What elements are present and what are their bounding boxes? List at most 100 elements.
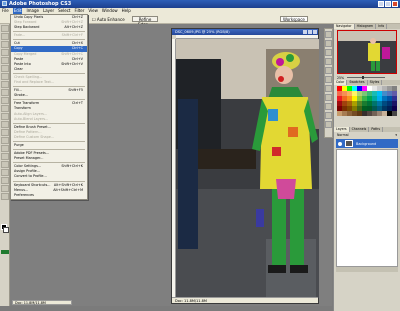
panel-shortcut-icon[interactable] (325, 121, 332, 128)
tool-button[interactable] (1, 161, 9, 168)
workspace-dropdown[interactable]: Workspace (280, 16, 308, 22)
tab-layers[interactable]: Layers (334, 127, 350, 132)
edit-menu-dropdown: Undo Copy Pixels Ctrl+Z Step Forward Shift+… (10, 14, 88, 200)
tool-button[interactable] (1, 33, 9, 40)
edit-menu-item-label: Convert to Profile... (14, 174, 47, 179)
tool-button[interactable] (1, 49, 9, 56)
panel-shortcut-icon[interactable] (325, 49, 332, 56)
photoshop-app-icon (2, 1, 7, 6)
maximize-button[interactable] (385, 1, 391, 7)
eye-icon[interactable] (338, 141, 342, 146)
edit-menu-item-label: Auto-Align Layers... (14, 111, 48, 116)
swatch-cell[interactable] (392, 111, 397, 116)
swatches-grid (337, 86, 397, 126)
panels-dock: Navigator Histogram Info 25% Color Swatches… (333, 24, 400, 311)
edit-menu-item-label: Cut (14, 41, 20, 46)
tool-button[interactable] (1, 169, 9, 176)
edit-menu-item-label: Undo Copy Pixels (14, 15, 44, 19)
navigator-zoom-value[interactable]: 25% (337, 76, 344, 80)
edit-menu-item-label: Purge (14, 142, 24, 147)
panel-shortcut-icon[interactable] (325, 94, 332, 101)
panel-shortcut-icon[interactable] (325, 76, 332, 83)
tool-button[interactable] (1, 41, 9, 48)
minimize-button[interactable] (378, 1, 384, 7)
tab-paths[interactable]: Paths (369, 127, 383, 132)
menu-separator (13, 140, 85, 142)
edit-menu-item: Define Custom Shape... (11, 135, 87, 140)
navigator-thumbnail[interactable] (337, 30, 397, 74)
document-title: DSC_0609.JPG @ 25% (RGB/8) (175, 30, 230, 34)
tool-button[interactable] (1, 121, 9, 128)
menu-separator (13, 122, 85, 124)
menu-separator (13, 149, 85, 151)
menu-separator (13, 99, 85, 101)
panel-shortcut-icon[interactable] (325, 31, 332, 38)
edit-menu-item[interactable]: Step Backward Alt+Ctrl+Z (11, 25, 87, 30)
panel-shortcut-icon[interactable] (325, 103, 332, 110)
edit-menu-item: Find and Replace Text... (11, 80, 87, 85)
panel-shortcut-icon[interactable] (325, 58, 332, 65)
tab-channels[interactable]: Channels (350, 127, 370, 132)
tool-button[interactable] (1, 73, 9, 80)
edit-menu-item[interactable]: Clear (11, 67, 87, 72)
tab-info[interactable]: Info (376, 24, 388, 29)
canvas-photo[interactable] (176, 39, 319, 298)
tab-histogram[interactable]: Histogram (355, 24, 377, 29)
tool-button[interactable] (1, 65, 9, 72)
edit-menu-item-label: Auto-Blend Layers... (14, 116, 49, 121)
zoom-slider-knob[interactable] (362, 76, 365, 79)
edit-menu-item[interactable]: Preferences (11, 193, 87, 198)
tab-swatches[interactable]: Swatches (347, 80, 368, 85)
panel-shortcut-icon[interactable] (325, 40, 332, 47)
quick-mask-button[interactable] (1, 250, 9, 254)
layers-footer-buttons (336, 267, 398, 272)
tool-button[interactable] (1, 81, 9, 88)
blend-mode-dropdown[interactable]: Normal (337, 133, 349, 137)
panel-shortcut-icon[interactable] (325, 112, 332, 119)
toolbox (0, 24, 10, 306)
close-button[interactable] (392, 1, 398, 7)
tool-button[interactable] (1, 57, 9, 64)
tool-button[interactable] (1, 145, 9, 152)
tool-button[interactable] (1, 105, 9, 112)
tool-button[interactable] (1, 177, 9, 184)
panel-shortcut-icon[interactable] (325, 85, 332, 92)
edit-menu-item[interactable]: Preset Manager... (11, 156, 87, 161)
clown-photo-image (176, 39, 319, 298)
edit-menu-item-label: Fade... (14, 33, 26, 38)
layer-row-background[interactable]: Background (336, 139, 398, 148)
navigator-zoom-slider[interactable] (347, 76, 386, 79)
edit-menu-item[interactable]: Purge (11, 143, 87, 148)
edit-menu-item-label: Stroke... (14, 93, 29, 98)
tool-button[interactable] (1, 89, 9, 96)
tab-color[interactable]: Color (334, 80, 348, 85)
edit-menu-item[interactable]: Stroke... (11, 93, 87, 98)
auto-enhance-checkbox[interactable]: ☐ Auto Enhance (92, 17, 125, 22)
tool-button[interactable] (1, 185, 9, 192)
tool-button[interactable] (1, 193, 9, 200)
background-color-swatch[interactable] (3, 227, 9, 233)
opacity-field[interactable]: ▾ (395, 133, 397, 137)
edit-menu-item-label: Preset Manager... (14, 156, 44, 161)
tool-button[interactable] (1, 25, 9, 32)
window-controls (378, 1, 398, 7)
tool-button[interactable] (1, 137, 9, 144)
edit-menu-item[interactable]: Convert to Profile... (11, 174, 87, 179)
edit-menu-item: Fade... Shift+Ctrl+F (11, 33, 87, 38)
edit-menu-item-label: Define Pattern... (14, 129, 42, 134)
tab-styles[interactable]: Styles (368, 80, 383, 85)
navigator-tabs: Navigator Histogram Info (334, 24, 400, 29)
refine-edge-button[interactable]: Refine Edge... (132, 16, 158, 27)
tool-button[interactable] (1, 129, 9, 136)
doc-minimize-button[interactable] (303, 30, 307, 34)
tool-button[interactable] (1, 153, 9, 160)
doc-maximize-button[interactable] (308, 30, 312, 34)
doc-close-button[interactable] (313, 30, 317, 34)
tab-navigator[interactable]: Navigator (334, 24, 355, 29)
tool-button[interactable] (1, 113, 9, 120)
tool-button[interactable] (1, 97, 9, 104)
edit-menu-shortcut: Alt+Ctrl+Z (64, 25, 83, 30)
panel-shortcut-icon[interactable] (325, 67, 332, 74)
left-status-bar: Doc: 11.8M/11.8M (12, 300, 72, 305)
edit-menu-item-label: Menus... (14, 187, 29, 192)
